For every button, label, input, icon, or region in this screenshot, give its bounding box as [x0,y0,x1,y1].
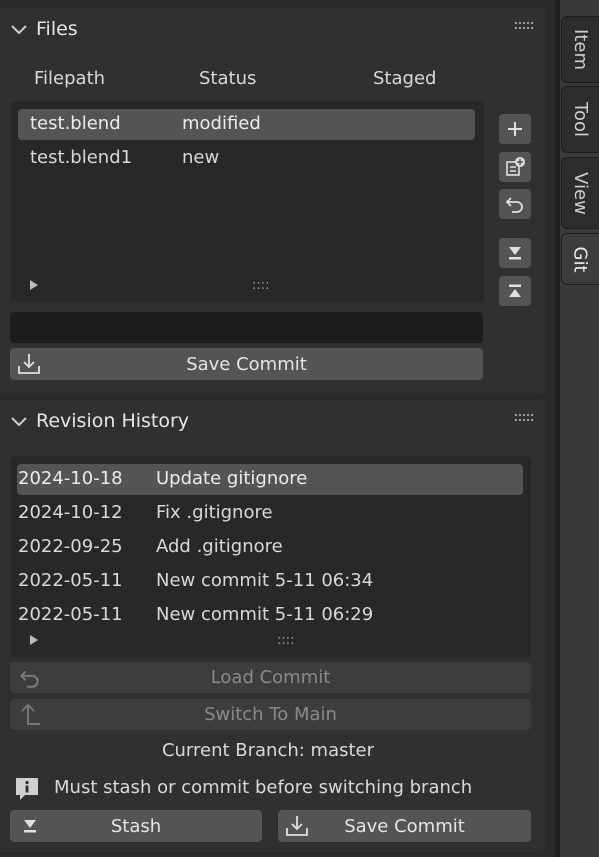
plus-icon [508,122,522,136]
undo-icon [19,670,39,688]
tab-item-label: Item [570,29,592,70]
load-commit-label: Load Commit [210,667,331,688]
list-resize-grip[interactable]: :::: [252,278,270,293]
add-all-button[interactable] [499,152,531,182]
revision-row-message: New commit 5-11 06:34 [156,570,374,591]
revision-row-date[interactable]: 2022-09-25 [18,536,123,557]
info-message-text: Must stash or commit before switching br… [54,777,473,798]
move-to-top-button[interactable] [499,276,531,306]
chevron-down-icon [11,417,27,427]
revision-row-message: Update gitignore [156,468,308,489]
revision-history-title: Revision History [36,410,190,432]
file-row-path[interactable]: test.blend [30,113,121,134]
revision-row-date[interactable]: 2022-05-11 [18,570,123,591]
tab-view-label: View [570,171,591,215]
list-resize-grip[interactable]: :::: [277,633,295,648]
revert-button[interactable] [499,189,531,219]
files-panel-header[interactable]: Files [8,16,78,42]
tab-tool[interactable]: Tool [561,86,599,153]
download-icon [18,354,40,374]
move-bottom-icon [24,820,36,833]
drag-grip-icon[interactable] [514,21,534,31]
files-panel-title: Files [36,18,78,40]
save-commit-button[interactable]: Save Commit [278,810,531,842]
save-commit-button[interactable]: Save Commit [10,348,483,380]
info-icon [16,778,38,800]
move-to-bottom-button[interactable] [499,238,531,268]
tab-git[interactable]: Git [561,233,599,285]
revision-row-message: Fix .gitignore [156,502,273,523]
move-top-icon [509,284,521,297]
chevron-down-icon [11,25,27,35]
file-row-status: modified [182,113,261,134]
file-row-status: new [182,147,220,168]
tab-tool-label: Tool [570,102,591,137]
save-commit-label: Save Commit [186,353,307,375]
revision-row-date[interactable]: 2024-10-12 [18,502,123,523]
load-commit-button[interactable]: Load Commit [10,662,531,693]
save-commit-label: Save Commit [344,815,465,837]
revision-row-message: New commit 5-11 06:29 [156,604,374,625]
stash-button[interactable]: Stash [10,810,262,842]
tab-item[interactable]: Item [561,16,599,83]
revision-row-date[interactable]: 2022-05-11 [18,604,123,625]
revision-history-header[interactable]: Revision History [8,408,189,434]
branch-arrow-icon [21,703,40,725]
file-row-path[interactable]: test.blend1 [30,147,132,168]
undo-icon [505,197,523,213]
add-file-button[interactable] [499,114,531,144]
column-header-filepath: Filepath [34,68,106,89]
move-bottom-icon [509,247,521,260]
commit-message-input[interactable] [10,312,483,343]
revision-row-date[interactable]: 2024-10-18 [18,468,123,489]
stash-label: Stash [110,815,162,837]
add-file-icon [506,157,525,176]
column-header-status: Status [199,68,257,89]
current-branch-text: Current Branch: master [161,740,375,761]
expand-triangle-icon[interactable] [28,279,40,291]
tab-view[interactable]: View [561,157,599,229]
tab-git-label: Git [569,245,591,273]
download-icon [286,816,308,836]
revision-row-message: Add .gitignore [156,536,283,557]
expand-triangle-icon[interactable] [28,634,40,646]
switch-to-main-button[interactable]: Switch To Main [10,699,531,730]
column-header-staged: Staged [373,68,437,89]
sidebar-divider [555,0,560,857]
drag-grip-icon[interactable] [514,413,534,423]
switch-to-main-label: Switch To Main [204,704,337,725]
